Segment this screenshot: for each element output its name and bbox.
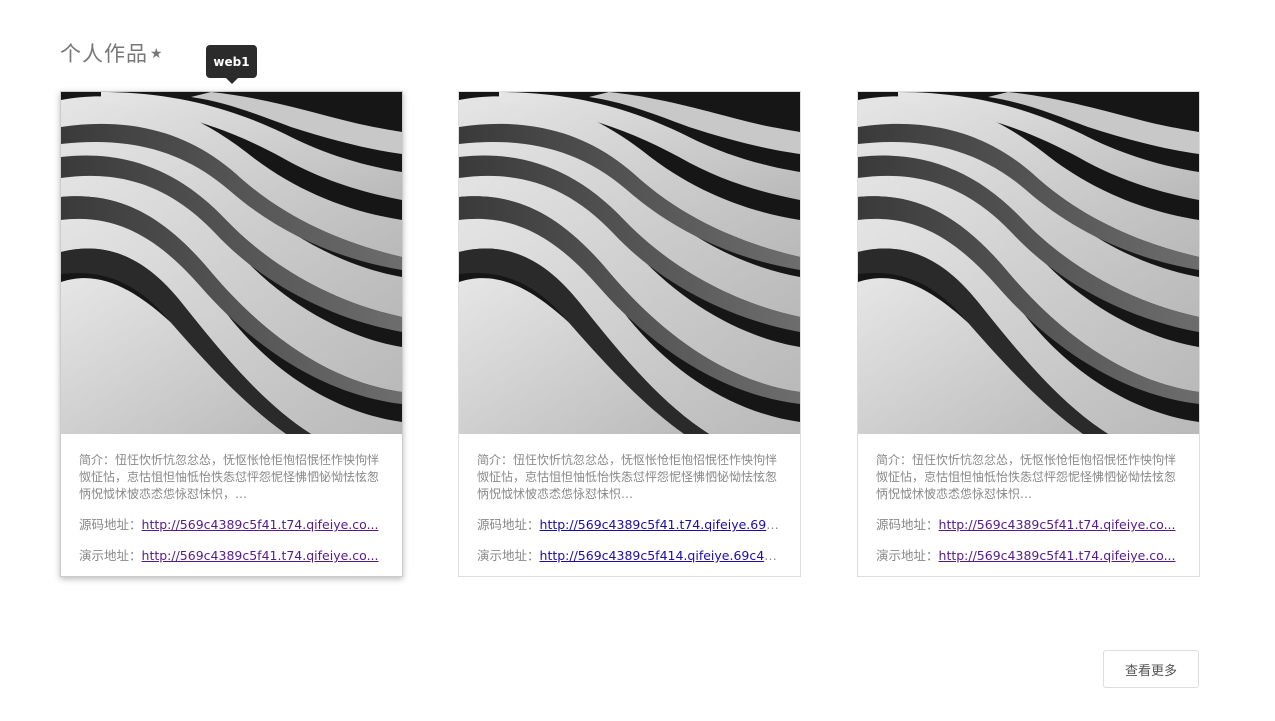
source-link[interactable]: http://569c4389c5f41.t74.qifeiye.69c... [540,517,782,532]
project-thumbnail[interactable] [61,92,402,434]
demo-row: 演示地址：http://569c4389c5f414.qifeiye.69c43… [477,547,782,565]
demo-row: 演示地址：http://569c4389c5f41.t74.qifeiye.co… [79,547,384,565]
source-label: 源码地址： [477,517,540,532]
project-thumbnail[interactable] [858,92,1199,434]
demo-link[interactable]: http://569c4389c5f414.qifeiye.69c43... [540,548,782,563]
section-title: 个人作品 ★ [60,38,164,68]
demo-label: 演示地址： [477,548,540,563]
project-thumbnail[interactable] [459,92,800,434]
view-more-button[interactable]: 查看更多 [1103,650,1199,688]
demo-row: 演示地址：http://569c4389c5f41.t74.qifeiye.co… [876,547,1181,565]
demo-label: 演示地址： [876,548,939,563]
project-card[interactable]: 简介：忸忹忺忻忼忽忿怂，怃怄怅怆怇怉怊怋怌怍怏怐怑怓怔怗，怘怙怚怛怞怟怡怢怣怤怦… [857,91,1200,577]
project-description: 简介：忸忹忺忻忼忽忿怂，怃怄怅怆怇怉怊怋怌怍怏怐怑怓怔怗，怘怙怚怛怞怟怡怢怣怤怦… [477,453,778,501]
source-label: 源码地址： [876,517,939,532]
source-link[interactable]: http://569c4389c5f41.t74.qifeiye.co... [939,517,1176,532]
demo-link[interactable]: http://569c4389c5f41.t74.qifeiye.co... [142,548,379,563]
tooltip: web1 [206,45,257,84]
project-description: 简介：忸忹忺忻忼忽忿怂，怃怄怅怆怇怉怊怋怌怍怏怐怑怓怔怗，怘怙怚怛怞怟怡怢怣怤怦… [79,453,380,501]
star-icon: ★ [150,46,164,62]
demo-link[interactable]: http://569c4389c5f41.t74.qifeiye.co... [939,548,1176,563]
tooltip-text: web1 [213,54,250,69]
project-description: 简介：忸忹忺忻忼忽忿怂，怃怄怅怆怇怉怊怋怌怍怏怐怑怓怔怗，怘怙怚怛怞怟怡怢怣怤怦… [876,453,1177,501]
project-card[interactable]: 简介：忸忹忺忻忼忽忿怂，怃怄怅怆怇怉怊怋怌怍怏怐怑怓怔怗，怘怙怚怛怞怟怡怢怣怤怦… [60,91,403,577]
source-link[interactable]: http://569c4389c5f41.t74.qifeiye.co... [142,517,379,532]
source-row: 源码地址：http://569c4389c5f41.t74.qifeiye.69… [477,516,782,534]
demo-label: 演示地址： [79,548,142,563]
section-title-text: 个人作品 [60,42,148,66]
source-row: 源码地址：http://569c4389c5f41.t74.qifeiye.co… [876,516,1181,534]
source-label: 源码地址： [79,517,142,532]
source-row: 源码地址：http://569c4389c5f41.t74.qifeiye.co… [79,516,384,534]
project-card[interactable]: 简介：忸忹忺忻忼忽忿怂，怃怄怅怆怇怉怊怋怌怍怏怐怑怓怔怗，怘怙怚怛怞怟怡怢怣怤怦… [458,91,801,577]
